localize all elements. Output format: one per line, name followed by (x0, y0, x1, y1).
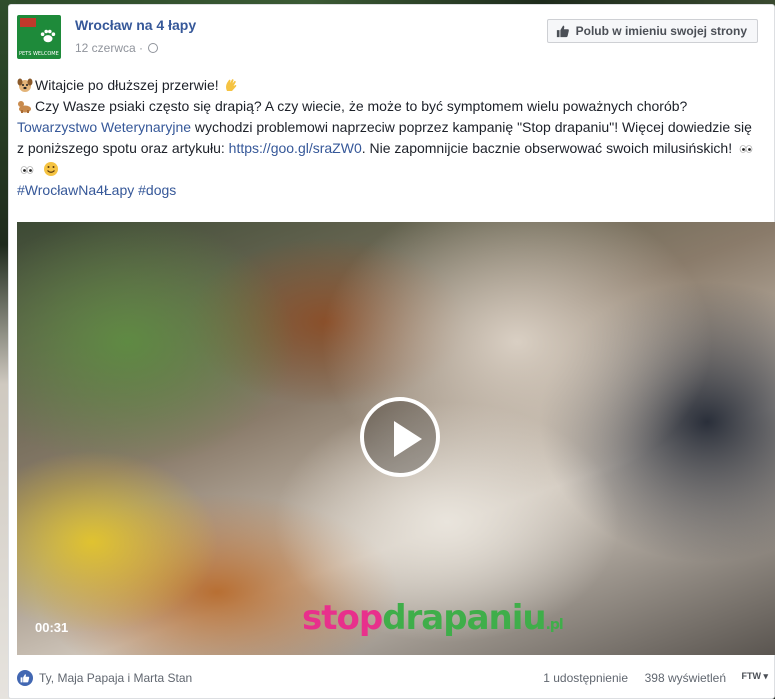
hashtag-links[interactable]: #WrocławNa4Łapy #dogs (17, 182, 176, 198)
dog-scratch-emoji-icon (18, 101, 31, 113)
campaign-text-end: . Nie zapomnijcie bacznie obserwować swo… (361, 140, 733, 156)
video-duration: 00:31 (35, 620, 69, 635)
dog-emoji-icon (17, 78, 33, 92)
eyes-emoji-icon (739, 145, 753, 153)
wave-emoji-icon (225, 79, 236, 91)
meta-separator: · (139, 41, 144, 55)
page-avatar[interactable]: PETS WELCOME (17, 15, 61, 59)
video-watermark: stopdrapaniu.pl (302, 598, 564, 638)
campaign-text-start: Czy Wasze psiaki często się drapią? A cz… (35, 98, 688, 114)
watermark-drapaniu: drapaniu (382, 598, 546, 638)
post-footer: Ty, Maja Papaja i Marta Stan 1 udostępni… (17, 667, 768, 689)
play-button[interactable] (360, 397, 440, 477)
globe-icon[interactable] (148, 43, 159, 53)
video-player[interactable]: stopdrapaniu.pl 00:31 (17, 222, 775, 655)
eyes-emoji-icon (20, 166, 34, 174)
avatar-logo-block (20, 18, 36, 27)
play-icon (394, 421, 422, 457)
facebook-post-card: PETS WELCOME Wrocław na 4 łapy 12 czerwc… (8, 4, 775, 699)
post-line-hashtags: #WrocławNa4Łapy #dogs (17, 180, 762, 201)
like-as-page-button[interactable]: Polub w imieniu swojej strony (546, 19, 758, 43)
view-count: 398 wyświetleń (644, 671, 726, 685)
article-url-link[interactable]: https://goo.gl/sraZW0 (229, 140, 362, 156)
watermark-tld: .pl (545, 617, 564, 633)
post-date[interactable]: 12 czerwca (75, 41, 136, 55)
post-header: PETS WELCOME Wrocław na 4 łapy 12 czerwc… (17, 15, 766, 59)
watermark-stop: stop (302, 598, 383, 638)
vet-society-link[interactable]: Towarzystwo Weterynaryjne (17, 119, 191, 135)
post-text: Witajcie po dłuższej przerwie! Czy Wasze… (17, 75, 762, 201)
post-line-campaign: Czy Wasze psiaki często się drapią? A cz… (17, 96, 762, 180)
post-line-greeting: Witajcie po dłuższej przerwie! (17, 75, 762, 96)
greeting-text: Witajcie po dłuższej przerwie! (35, 77, 219, 93)
like-as-page-label: Polub w imieniu swojej strony (575, 24, 747, 38)
paw-icon (40, 29, 56, 43)
post-meta: 12 czerwca · (75, 41, 159, 55)
thumbs-up-icon (556, 25, 569, 38)
avatar-tag: PETS WELCOME (19, 51, 59, 57)
page-name-link[interactable]: Wrocław na 4 łapy (75, 17, 196, 33)
language-selector[interactable]: FTW ▾ (741, 671, 768, 682)
share-count[interactable]: 1 udostępnienie (543, 671, 628, 685)
like-reaction-icon[interactable] (17, 670, 33, 686)
reactors-list[interactable]: Ty, Maja Papaja i Marta Stan (39, 671, 192, 685)
smile-emoji-icon (43, 162, 58, 176)
